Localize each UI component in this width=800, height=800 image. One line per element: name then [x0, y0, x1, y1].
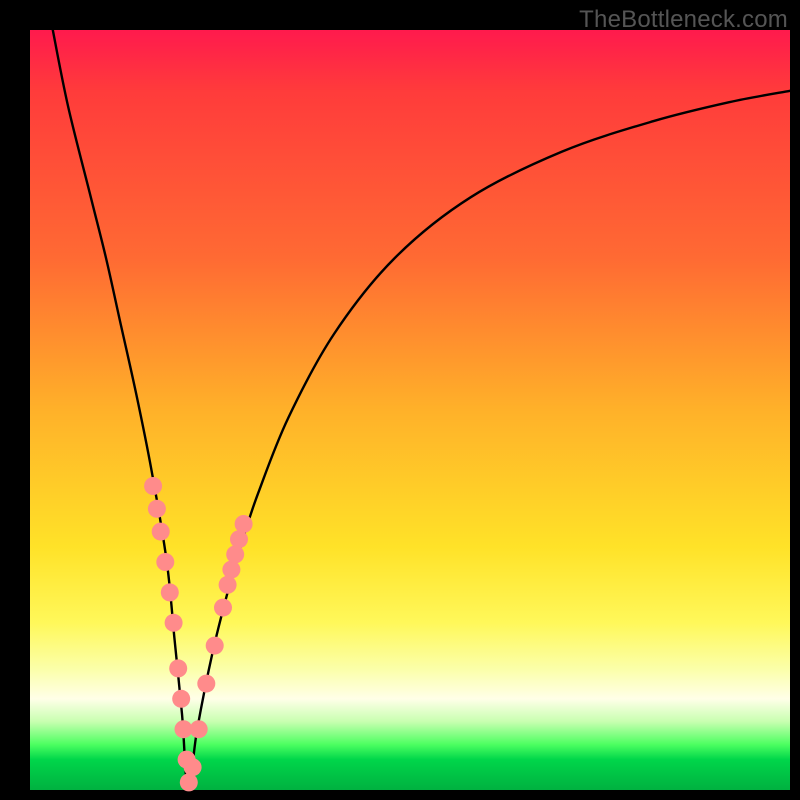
marker-dot [190, 720, 208, 738]
marker-dot [184, 758, 202, 776]
watermark-text: TheBottleneck.com [579, 6, 788, 34]
plot-area [30, 30, 790, 790]
marker-dot [172, 690, 190, 708]
marker-dot [222, 561, 240, 579]
marker-dot [148, 500, 166, 518]
marker-dot [156, 553, 174, 571]
marker-dot [161, 583, 179, 601]
chart-svg [30, 30, 790, 790]
marker-dot [169, 659, 187, 677]
curve-markers [144, 477, 253, 791]
marker-dot [235, 515, 253, 533]
chart-frame: TheBottleneck.com [0, 0, 800, 800]
marker-dot [180, 773, 198, 791]
marker-dot [230, 530, 248, 548]
marker-dot [226, 545, 244, 563]
marker-dot [206, 637, 224, 655]
marker-dot [197, 675, 215, 693]
marker-dot [219, 576, 237, 594]
marker-dot [165, 614, 183, 632]
marker-dot [152, 523, 170, 541]
marker-dot [144, 477, 162, 495]
marker-dot [214, 599, 232, 617]
bottleneck-curve [53, 30, 790, 790]
